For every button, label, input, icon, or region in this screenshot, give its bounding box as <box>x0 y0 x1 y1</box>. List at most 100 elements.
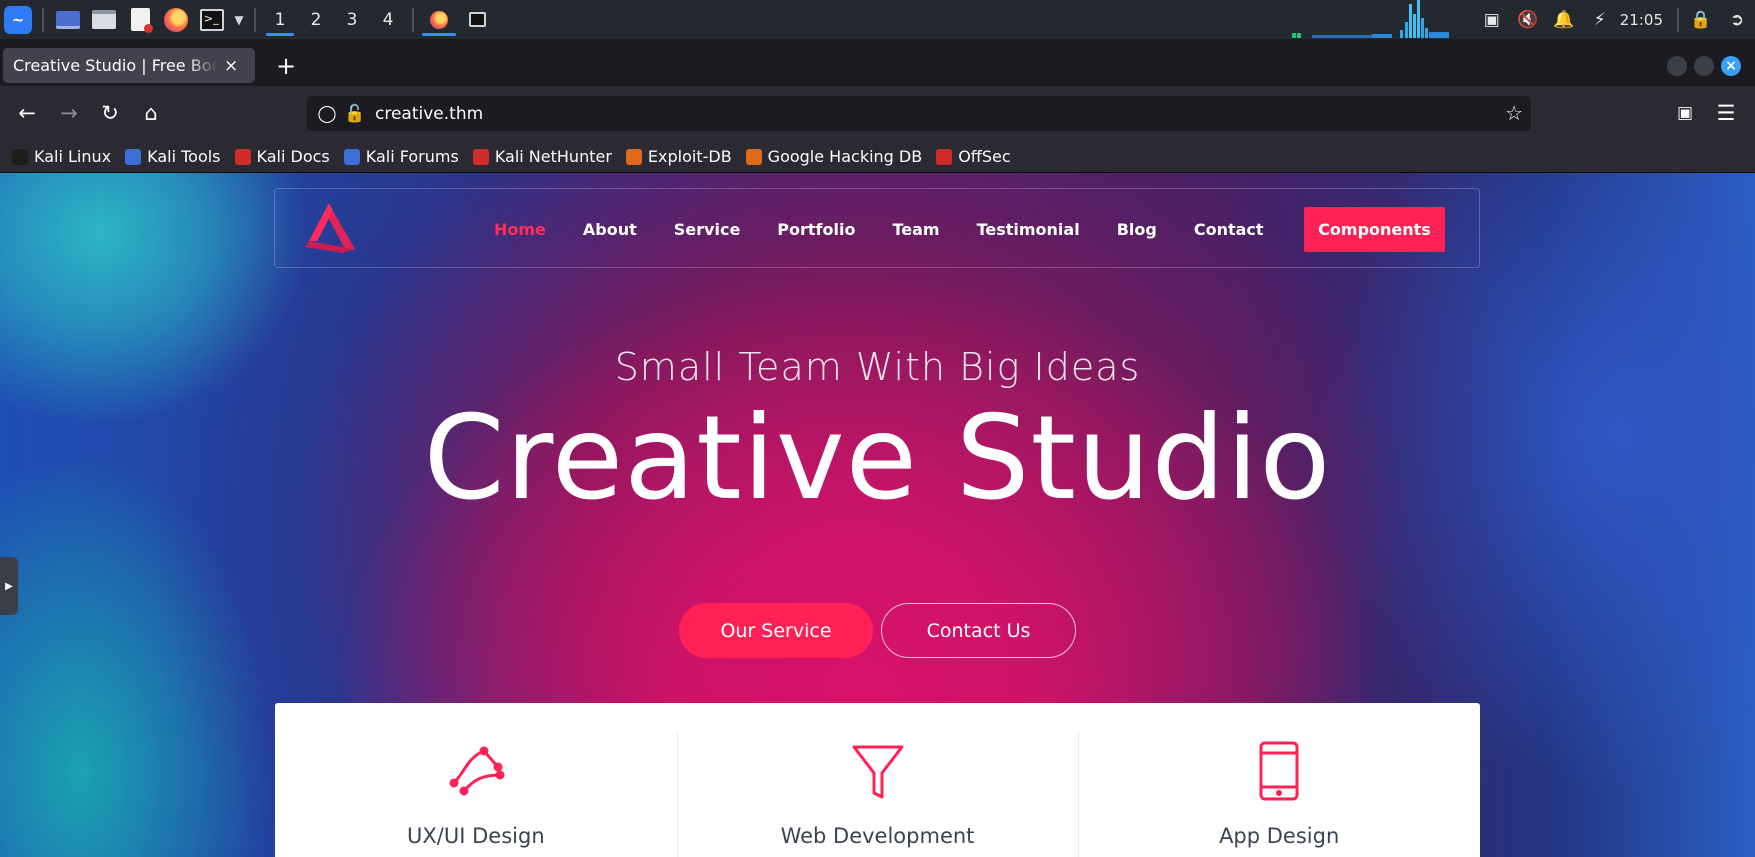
url-bar[interactable]: ◯ 🔓 creative.thm ☆ <box>307 96 1531 131</box>
exploit-db-favicon-icon <box>625 148 642 165</box>
url-text[interactable]: creative.thm <box>375 104 483 124</box>
maximize-window-button[interactable] <box>1694 56 1714 76</box>
nav-portfolio[interactable]: Portfolio <box>777 220 855 239</box>
reload-icon: ↻ <box>101 101 119 125</box>
site-menu: Home About Service Portfolio Team Testim… <box>494 189 1301 269</box>
nav-service[interactable]: Service <box>674 220 741 239</box>
nav-team[interactable]: Team <box>892 220 939 239</box>
feature-ux-ui: UX/UI Design <box>275 703 677 857</box>
kali-dragon-icon: ~ <box>4 5 32 34</box>
nav-blog[interactable]: Blog <box>1117 220 1157 239</box>
kali-linux-favicon-icon <box>12 148 28 165</box>
tab-title: Creative Studio | Free Bootstrap <box>13 56 218 75</box>
workspace-4[interactable]: 4 <box>370 0 406 39</box>
app-menu-button[interactable]: ☰ <box>1709 96 1743 130</box>
taskbar-firefox[interactable] <box>420 0 458 39</box>
back-button[interactable]: ← <box>10 96 44 130</box>
components-button[interactable]: Components <box>1304 207 1445 252</box>
home-button[interactable]: ⌂ <box>134 96 168 130</box>
nav-testimonial[interactable]: Testimonial <box>977 220 1080 239</box>
bookmark-label: OffSec <box>958 147 1011 166</box>
display-button[interactable]: ▣ <box>1474 0 1510 39</box>
nav-home[interactable]: Home <box>494 220 546 239</box>
system-panel: ~ >_ ▼ 1 2 3 4 ▣ 🔇 🔔 ⚡ 21:05 🔒 ➲ <box>0 0 1755 39</box>
bell-icon: 🔔 <box>1553 9 1575 30</box>
tracking-protection-icon[interactable]: ◯ <box>313 104 341 124</box>
volume-button[interactable]: 🔇 <box>1510 0 1546 39</box>
feature-title: App Design <box>1219 824 1340 848</box>
close-window-button[interactable]: × <box>1721 56 1741 76</box>
feature-title: UX/UI Design <box>407 824 545 848</box>
feature-title: Web Development <box>780 824 975 848</box>
firefox-icon <box>164 7 188 32</box>
our-service-button[interactable]: Our Service <box>679 603 873 658</box>
insecure-lock-icon[interactable]: 🔓 <box>341 104 369 124</box>
forward-button[interactable]: → <box>52 96 86 130</box>
feature-app-design: App Design <box>1078 703 1480 857</box>
site-navbar: Home About Service Portfolio Team Testim… <box>274 188 1480 268</box>
contact-us-button[interactable]: Contact Us <box>881 603 1076 658</box>
terminal-icon <box>468 12 486 27</box>
nav-about[interactable]: About <box>583 220 637 239</box>
new-tab-button[interactable]: + <box>268 48 304 83</box>
home-icon: ⌂ <box>144 101 158 125</box>
kali-forums-favicon-icon <box>343 148 360 165</box>
hero-title: Creative Studio <box>423 391 1332 526</box>
site-logo-icon[interactable] <box>303 201 359 253</box>
pocket-button[interactable]: ▣ <box>1668 96 1702 130</box>
funnel-icon <box>852 745 903 799</box>
bookmark-label: Kali Forums <box>365 147 459 166</box>
cpu-graph <box>1292 0 1449 38</box>
minimize-window-button[interactable] <box>1667 56 1687 76</box>
close-tab-icon[interactable]: × <box>224 56 238 76</box>
workspace-3[interactable]: 3 <box>334 0 370 39</box>
logout-button[interactable]: ➲ <box>1719 0 1755 39</box>
pocket-icon: ▣ <box>1676 103 1694 123</box>
text-editor-icon <box>130 8 153 33</box>
terminal-icon: >_ <box>200 8 224 31</box>
tab-creative-studio[interactable]: Creative Studio | Free Bootstrap × <box>3 48 255 83</box>
bookmark-kali-docs[interactable]: Kali Docs <box>234 147 330 166</box>
file-manager-button[interactable] <box>86 0 122 39</box>
panel-separator <box>412 7 414 32</box>
monitor-icon: ▣ <box>1483 9 1500 30</box>
bookmark-label: Kali NetHunter <box>494 147 612 166</box>
bookmark-kali-linux[interactable]: Kali Linux <box>12 147 111 166</box>
launcher-dropdown[interactable]: ▼ <box>230 0 248 39</box>
side-panel-handle[interactable]: ▶ <box>0 557 18 615</box>
play-arrow-icon: ▶ <box>5 580 13 592</box>
workspace-1[interactable]: 1 <box>262 0 298 39</box>
bookmark-kali-tools[interactable]: Kali Tools <box>125 147 221 166</box>
close-icon: × <box>1725 58 1737 74</box>
bookmark-kali-forums[interactable]: Kali Forums <box>343 147 459 166</box>
bookmark-offsec[interactable]: OffSec <box>936 147 1011 166</box>
logout-icon: ➲ <box>1729 9 1745 30</box>
nav-contact[interactable]: Contact <box>1194 220 1264 239</box>
text-editor-button[interactable] <box>122 0 158 39</box>
reload-button[interactable]: ↻ <box>93 96 127 130</box>
bookmark-exploit-db[interactable]: Exploit-DB <box>625 147 732 166</box>
desktop-icon <box>56 10 80 29</box>
bookmark-google-hacking-db[interactable]: Google Hacking DB <box>745 147 922 166</box>
bookmark-label: Kali Docs <box>256 147 330 166</box>
workspace-2[interactable]: 2 <box>298 0 334 39</box>
kali-tools-favicon-icon <box>125 148 142 165</box>
power-status-button[interactable]: ⚡ <box>1582 0 1618 39</box>
volume-muted-icon: 🔇 <box>1517 9 1539 30</box>
panel-clock[interactable]: 21:05 <box>1618 11 1673 29</box>
hamburger-menu-icon: ☰ <box>1716 101 1736 125</box>
kali-menu-button[interactable]: ~ <box>0 0 36 39</box>
lock-screen-button[interactable]: 🔒 <box>1683 0 1719 39</box>
bookmark-star-icon[interactable]: ☆ <box>1505 101 1523 125</box>
show-desktop-button[interactable] <box>50 0 86 39</box>
taskbar-terminal[interactable] <box>458 0 496 39</box>
ghdb-favicon-icon <box>745 148 762 165</box>
bookmark-kali-nethunter[interactable]: Kali NetHunter <box>472 147 612 166</box>
firefox-icon <box>430 10 448 29</box>
web-page: Home About Service Portfolio Team Testim… <box>0 173 1755 857</box>
arrow-right-icon: → <box>60 101 78 125</box>
bookmark-label: Exploit-DB <box>647 147 732 166</box>
terminal-launcher[interactable]: >_ <box>194 0 230 39</box>
notifications-button[interactable]: 🔔 <box>1546 0 1582 39</box>
firefox-launcher[interactable] <box>158 0 194 39</box>
